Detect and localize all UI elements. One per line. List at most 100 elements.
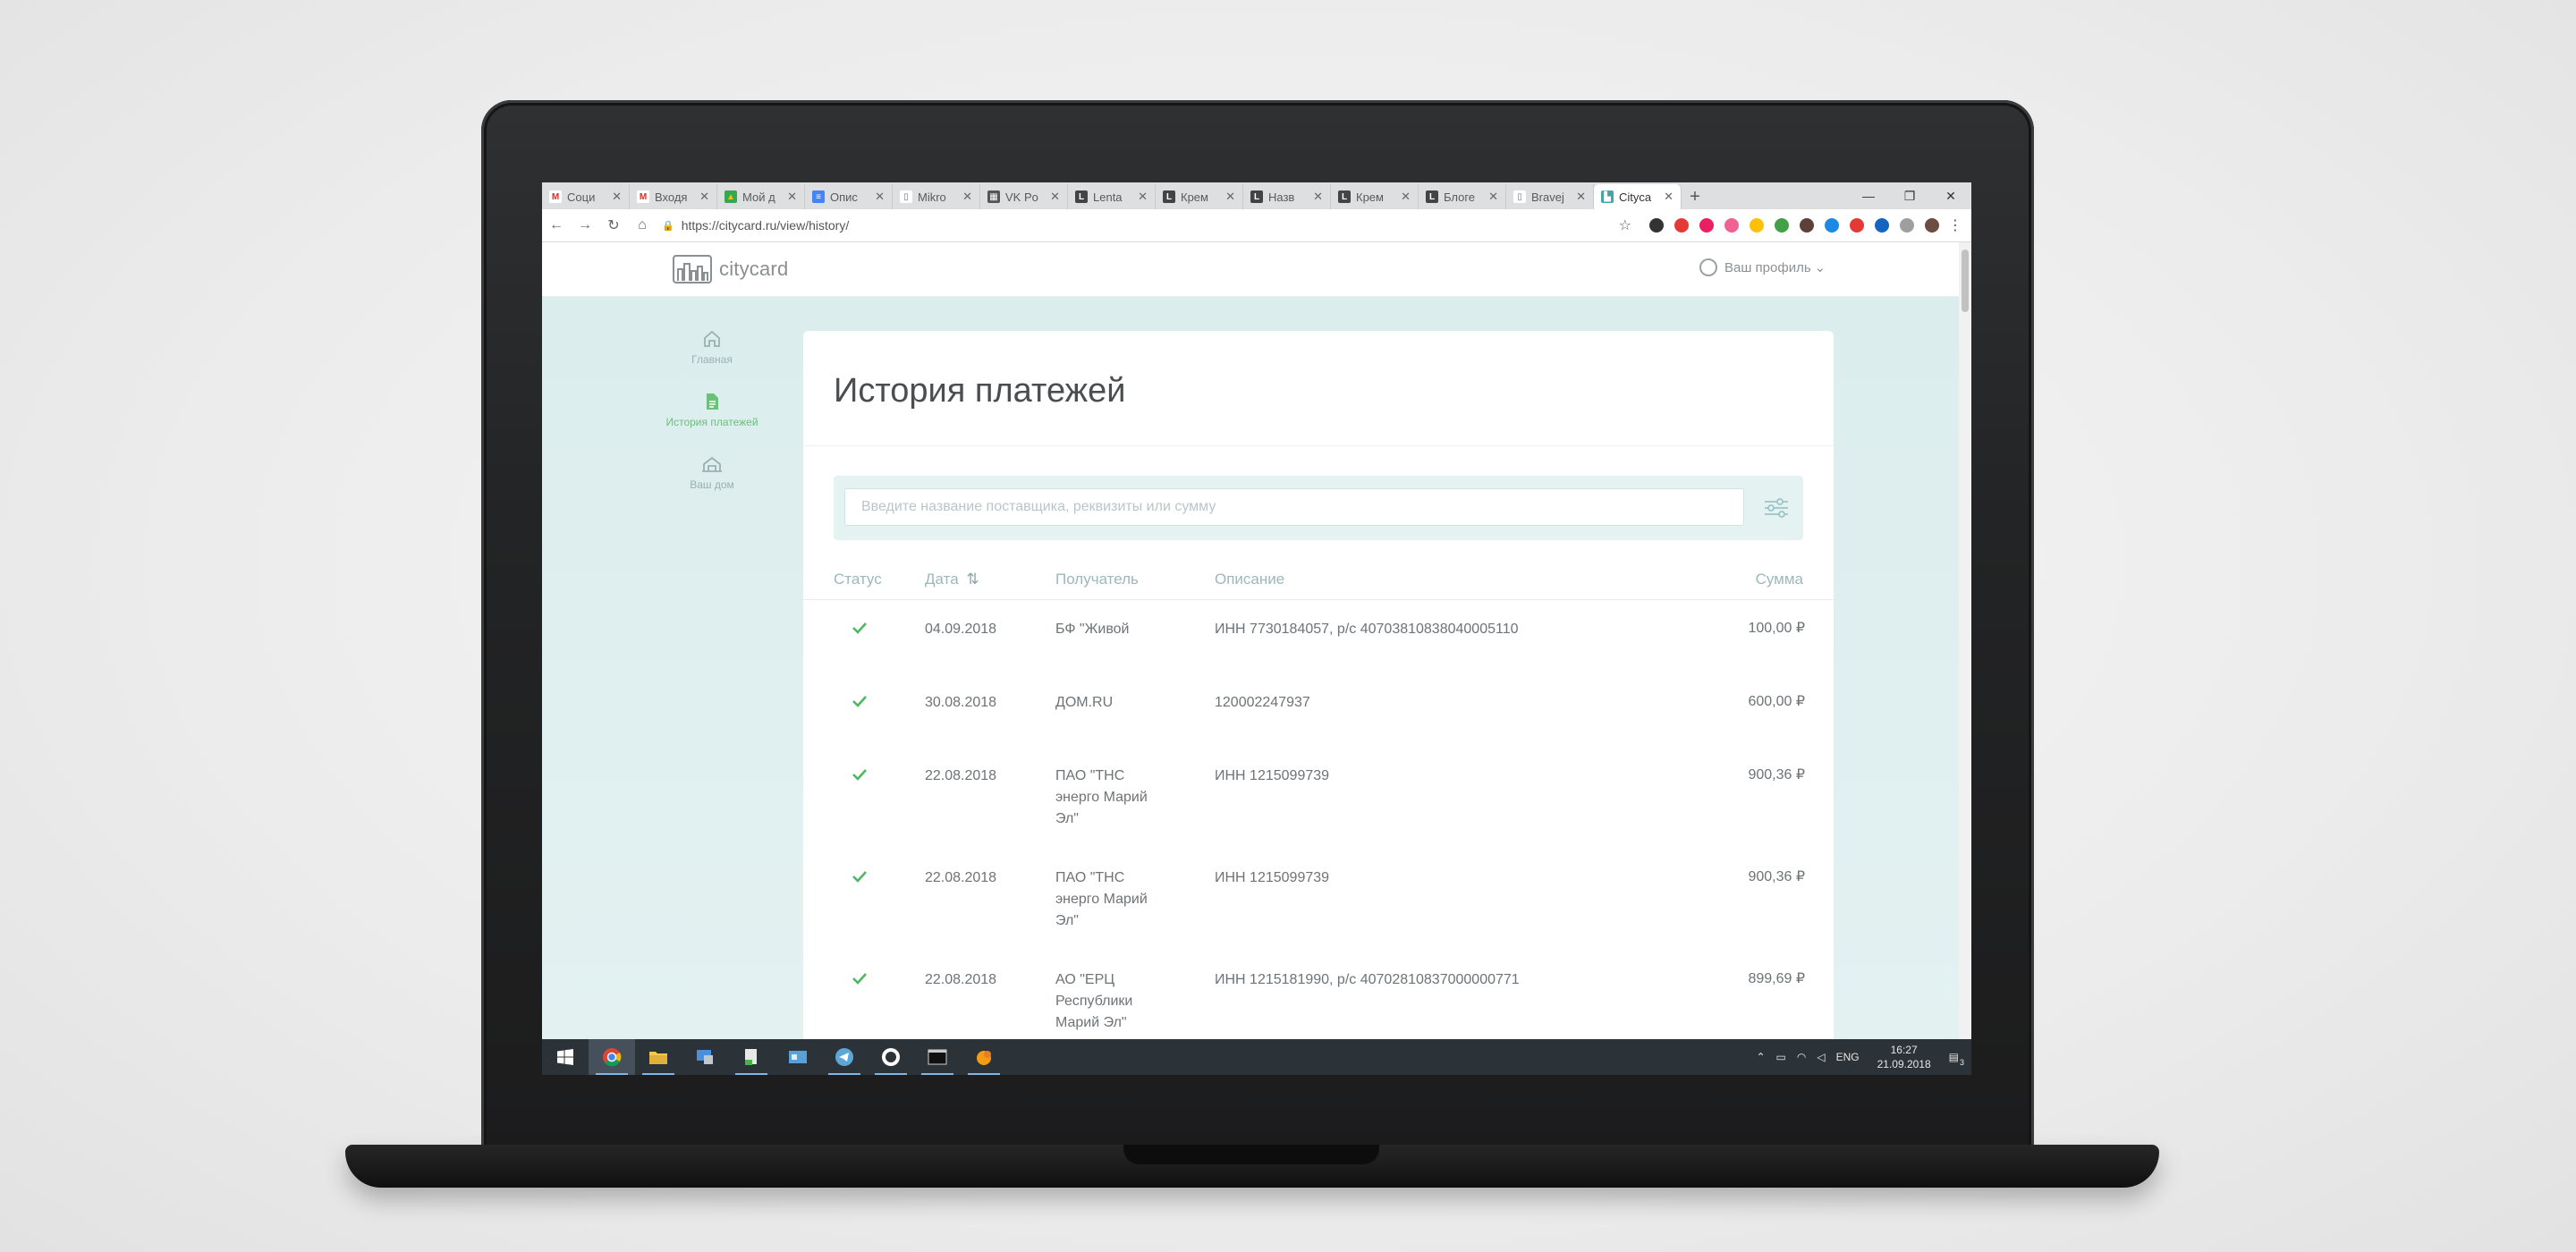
notifications-icon[interactable]: ▤ 3 (1949, 1051, 1964, 1067)
back-button[interactable]: ← (542, 217, 571, 233)
browser-tab[interactable]: L Блоге ✕ (1419, 184, 1506, 209)
column-date[interactable]: Дата ⇅ (925, 571, 979, 588)
browser-tab[interactable]: L Крем ✕ (1331, 184, 1419, 209)
taskbar-app-7[interactable] (868, 1039, 914, 1075)
wifi-icon[interactable]: ◠ (1797, 1051, 1806, 1063)
taskbar-terminal[interactable] (914, 1039, 961, 1075)
tab-close-icon[interactable]: ✕ (1138, 190, 1148, 204)
clock[interactable]: 16:27 21.09.2018 (1877, 1043, 1931, 1071)
taskbar-telegram[interactable] (821, 1039, 868, 1075)
taskbar-app-5[interactable] (775, 1039, 821, 1075)
browser-tab[interactable]: L Крем ✕ (1156, 184, 1243, 209)
extension-icon[interactable] (1875, 218, 1889, 233)
payment-date: 22.08.2018 (925, 870, 997, 885)
browser-tab[interactable]: M Соци ✕ (542, 184, 630, 209)
extension-icon[interactable] (1900, 218, 1914, 233)
home-button[interactable]: ⌂ (628, 217, 657, 233)
terminal-icon (928, 1049, 947, 1065)
tab-close-icon[interactable]: ✕ (1664, 190, 1674, 204)
extension-icon[interactable] (1699, 218, 1714, 233)
filter-button[interactable] (1760, 494, 1792, 522)
extension-icon[interactable] (1649, 218, 1664, 233)
taskbar-file-explorer[interactable] (635, 1039, 682, 1075)
taskbar-app-4[interactable] (728, 1039, 775, 1075)
folder-icon (649, 1052, 667, 1064)
tray-expand-icon[interactable]: ⌃ (1756, 1051, 1765, 1063)
sidebar-item-history[interactable]: История платежей (658, 392, 766, 429)
taskbar-app-3[interactable] (682, 1039, 728, 1075)
payment-date: 22.08.2018 (925, 972, 997, 987)
tab-favicon-icon: M (637, 190, 649, 203)
tab-favicon-icon: ▯ (900, 190, 912, 203)
chevron-down-icon: ⌄ (1814, 260, 1826, 275)
extension-icon[interactable] (1775, 218, 1789, 233)
running-indicator (921, 1073, 953, 1075)
tab-close-icon[interactable]: ✕ (1488, 190, 1498, 204)
volume-icon[interactable]: ◁ (1817, 1051, 1825, 1063)
system-tray: ⌃ ▭ ◠ ◁ ENG 16:27 21.09.2018 ▤ 3 (1750, 1039, 1971, 1075)
language-indicator[interactable]: ENG (1836, 1051, 1860, 1063)
app-content: Главная История платежей Ваш дом История… (542, 297, 1959, 1046)
tab-close-icon[interactable]: ✕ (1313, 190, 1323, 204)
document-icon (707, 393, 718, 410)
sidebar-item-house[interactable]: Ваш дом (658, 454, 766, 492)
table-header: Статус Дата ⇅ Получатель Описание Сумма (834, 571, 1803, 597)
start-button[interactable] (542, 1039, 589, 1075)
extension-icon[interactable] (1750, 218, 1764, 233)
tab-close-icon[interactable]: ✕ (1225, 190, 1235, 204)
extension-icon[interactable] (1925, 218, 1939, 233)
forward-button[interactable]: → (571, 217, 599, 233)
running-indicator (642, 1073, 674, 1075)
window-controls: — ❐ ✕ (1848, 182, 1971, 209)
payment-recipient: АО "ЕРЦ Республики Марий Эл" (1055, 972, 1133, 1030)
sidebar-item-home[interactable]: Главная (658, 329, 766, 367)
logo-text: citycard (719, 258, 789, 280)
tab-favicon-icon: L (1426, 190, 1438, 203)
page-scrollbar[interactable] (1959, 242, 1971, 1039)
restore-button[interactable]: ❐ (1889, 189, 1930, 204)
extension-icon[interactable] (1724, 218, 1739, 233)
extension-icon[interactable] (1800, 218, 1814, 233)
tab-title: Крем (1181, 190, 1208, 204)
payment-description: ИНН 1215099739 (1215, 768, 1330, 783)
tab-close-icon[interactable]: ✕ (1401, 190, 1411, 204)
browser-tab[interactable]: ▯ Bravej ✕ (1506, 184, 1594, 209)
scrollbar-thumb[interactable] (1962, 250, 1969, 312)
reload-button[interactable]: ↻ (599, 216, 628, 234)
tab-favicon-icon: L (1338, 190, 1351, 203)
taskbar-chrome[interactable] (589, 1039, 635, 1075)
tab-title: Мой д (742, 190, 775, 204)
extension-icon[interactable] (1850, 218, 1864, 233)
payment-date: 04.09.2018 (925, 622, 997, 637)
minimize-button[interactable]: — (1848, 189, 1889, 203)
tab-close-icon[interactable]: ✕ (875, 190, 885, 204)
browser-tab[interactable]: L Назв ✕ (1243, 184, 1331, 209)
tab-close-icon[interactable]: ✕ (699, 190, 709, 204)
citycard-logo[interactable]: citycard (673, 255, 788, 283)
tab-close-icon[interactable]: ✕ (1050, 190, 1060, 204)
tab-close-icon[interactable]: ✕ (962, 190, 972, 204)
battery-icon[interactable]: ▭ (1776, 1051, 1786, 1063)
address-bar[interactable]: 🔒 https://citycard.ru/view/history/ (662, 218, 1556, 233)
browser-tab[interactable]: ▙ Cityca ✕ (1594, 184, 1682, 209)
browser-tab[interactable]: ≡ Опис ✕ (805, 184, 893, 209)
profile-menu[interactable]: Ваш профиль ⌄ (1699, 258, 1826, 276)
browser-tab[interactable]: M Входя ✕ (630, 184, 717, 209)
tab-close-icon[interactable]: ✕ (1576, 190, 1586, 204)
extension-icon[interactable] (1825, 218, 1839, 233)
extension-icon[interactable] (1674, 218, 1689, 233)
taskbar-app-9[interactable] (961, 1039, 1007, 1075)
browser-tab[interactable]: ▦ VK Po ✕ (980, 184, 1068, 209)
tab-close-icon[interactable]: ✕ (612, 190, 622, 204)
new-tab-button[interactable]: + (1682, 184, 1708, 209)
browser-tab[interactable]: ▯ Mikro ✕ (893, 184, 980, 209)
browser-tab[interactable]: L Lenta ✕ (1068, 184, 1156, 209)
tab-close-icon[interactable]: ✕ (787, 190, 797, 204)
close-window-button[interactable]: ✕ (1930, 189, 1971, 204)
payment-recipient: ПАО "ТНС энерго Марий Эл" (1055, 768, 1148, 826)
browser-menu-icon[interactable]: ⋮ (1945, 216, 1966, 234)
search-input[interactable] (844, 488, 1744, 526)
sort-icon[interactable]: ⇅ (966, 571, 979, 588)
browser-tab[interactable]: ▲ Мой д ✕ (717, 184, 805, 209)
bookmark-star-icon[interactable]: ☆ (1619, 216, 1631, 234)
